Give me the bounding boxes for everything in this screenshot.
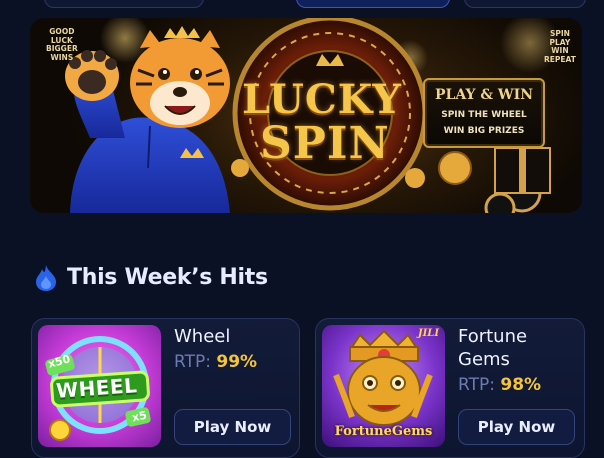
lucky-spin-banner[interactable]: GOOD LUCK BIGGER WINS SPIN PLAY WIN REPE… [30, 18, 582, 213]
section-header: This Week’s Hits [33, 260, 268, 294]
banner-title-lucky: LUCKY [242, 76, 402, 123]
play-win-sign: PLAY & WIN SPIN THE WHEEL WIN BIG PRIZES [423, 78, 545, 148]
fire-icon [36, 265, 56, 291]
top-nav-button-center[interactable] [296, 0, 450, 8]
banner-left-note: GOOD LUCK BIGGER WINS [46, 27, 78, 63]
sign-line-2: WIN BIG PRIZES [443, 126, 525, 136]
game-thumbnail-wheel[interactable]: x50 WHEEL x5 [38, 325, 161, 447]
thumb-badge-jili: JILI [417, 328, 439, 339]
game-name[interactable]: Fortune Gems [458, 325, 527, 371]
right-note-line: REPEAT [544, 54, 576, 64]
game-name[interactable]: Wheel [174, 325, 230, 348]
sign-line-1: SPIN THE WHEEL [441, 110, 527, 120]
rtp-label: RTP: [174, 352, 211, 372]
game-rtp: RTP: 99% [174, 352, 257, 372]
game-thumbnail-fortune-gems[interactable]: JILI FortuneGems [322, 325, 445, 447]
play-now-button[interactable]: Play Now [174, 409, 291, 445]
game-name-line: Fortune [458, 326, 528, 347]
section-title: This Week’s Hits [67, 264, 268, 290]
top-nav-button-right[interactable] [464, 0, 586, 8]
rtp-label: RTP: [458, 375, 495, 395]
game-card-fortune-gems[interactable]: JILI FortuneGems Fortune Gems RTP: 98% P… [315, 318, 585, 458]
thumb-logo-fortune-gems: FortuneGems [334, 424, 433, 439]
game-card-wheel[interactable]: x50 WHEEL x5 Wheel RTP: 99% Play Now [31, 318, 300, 458]
sign-title: PLAY & WIN [435, 87, 533, 103]
top-nav-button-left[interactable] [44, 0, 204, 8]
rtp-value: 98% [500, 375, 542, 395]
banner-right-note: SPIN PLAY WIN REPEAT [544, 29, 576, 65]
left-note-line: WINS [50, 52, 74, 62]
banner-title-spin: SPIN [260, 118, 390, 169]
rtp-value: 99% [216, 352, 258, 372]
game-rtp: RTP: 98% [458, 375, 541, 395]
play-now-button[interactable]: Play Now [458, 409, 575, 445]
game-name-line: Gems [458, 349, 510, 370]
